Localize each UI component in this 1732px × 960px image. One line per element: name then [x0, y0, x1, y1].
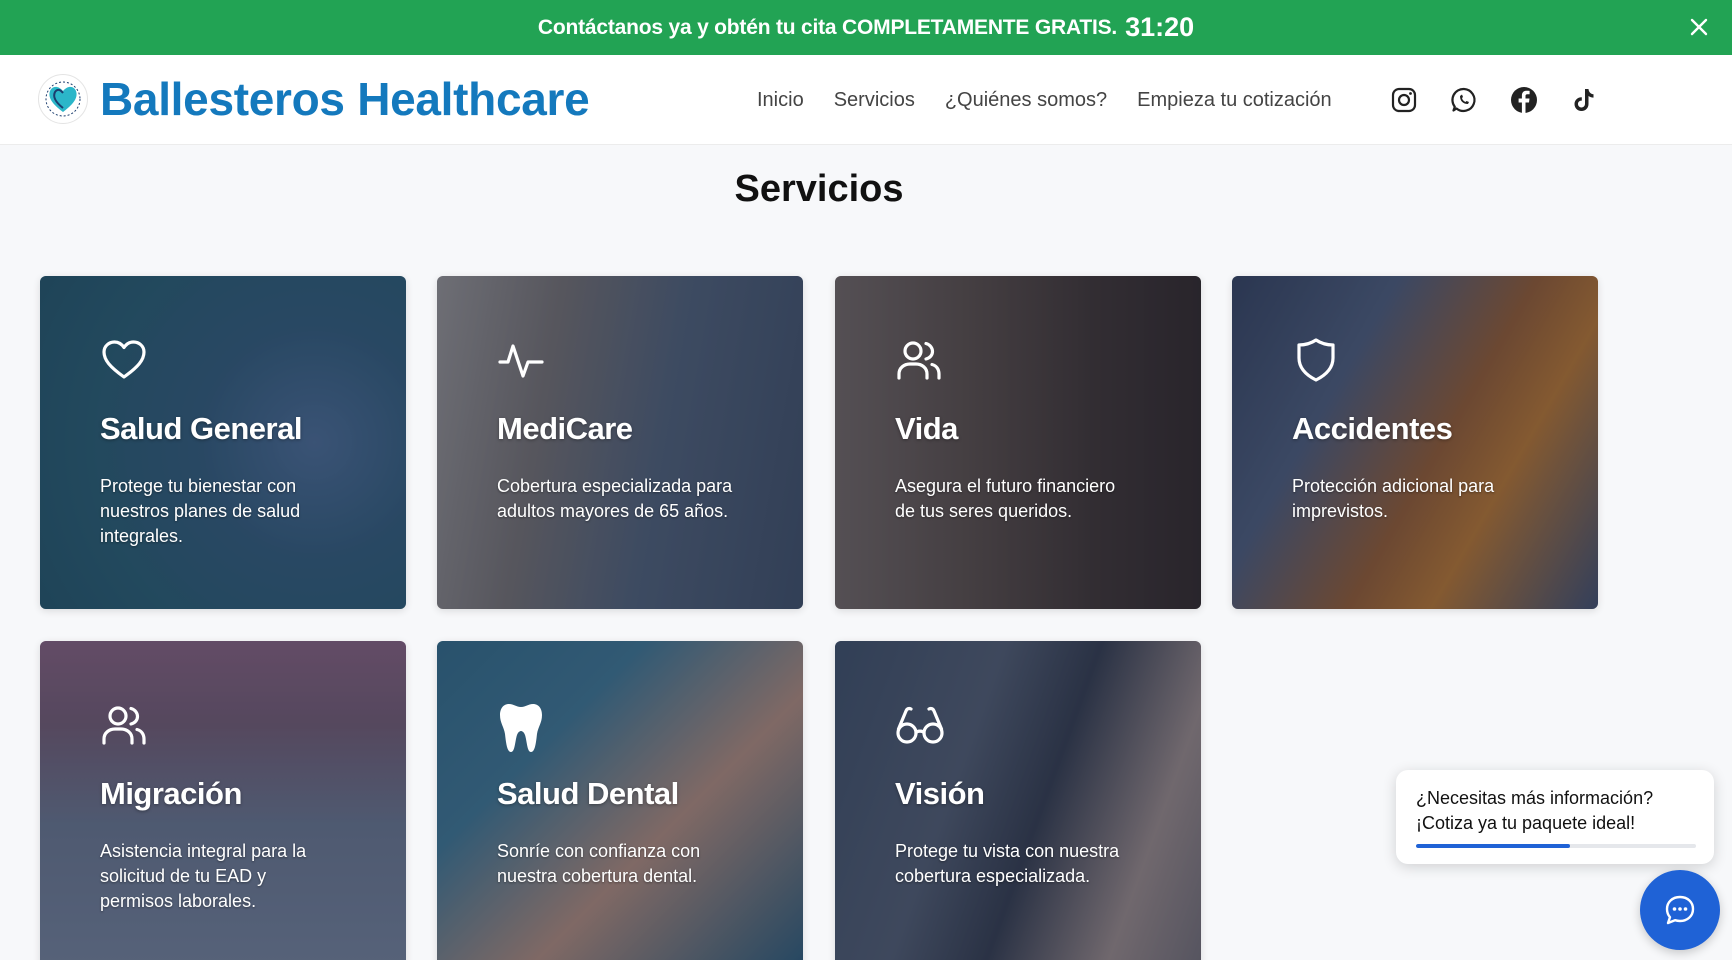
- card-description: Sonríe con confianza con nuestra cobertu…: [497, 841, 701, 886]
- card-description: Protege tu bienestar con nuestros planes…: [100, 476, 301, 546]
- instagram-icon[interactable]: [1388, 84, 1420, 116]
- nav-inicio[interactable]: Inicio: [757, 89, 804, 112]
- promo-timer: 31:20: [1125, 12, 1195, 42]
- chat-popup[interactable]: ¿Necesitas más información? ¡Cotiza ya t…: [1396, 770, 1714, 864]
- service-card-vision[interactable]: Visión Protege tu vista con nuestra cobe…: [835, 641, 1201, 960]
- close-icon[interactable]: [1686, 14, 1712, 40]
- nav-quienes-somos[interactable]: ¿Quiénes somos?: [945, 89, 1107, 112]
- facebook-icon[interactable]: [1508, 84, 1540, 116]
- brand-name: Ballesteros Healthcare: [100, 73, 590, 125]
- card-description: Asegura el futuro financiero de tus sere…: [895, 476, 1116, 521]
- service-card-salud-dental[interactable]: Salud Dental Sonríe con confianza con nu…: [437, 641, 803, 960]
- service-card-vida[interactable]: Vida Asegura el futuro financiero de tus…: [835, 276, 1201, 609]
- chat-progress-fill: [1416, 844, 1570, 848]
- tiktok-icon[interactable]: [1568, 84, 1600, 116]
- card-title: Accidentes: [1292, 411, 1453, 446]
- glasses-icon: [895, 701, 944, 749]
- nav-servicios[interactable]: Servicios: [834, 89, 915, 112]
- service-card-accidentes[interactable]: Accidentes Protección adicional para imp…: [1232, 276, 1598, 609]
- site-header: Ballesteros Healthcare Inicio Servicios …: [0, 55, 1732, 145]
- card-description: Cobertura especializada para adultos may…: [497, 476, 733, 521]
- card-overlay: [835, 641, 1201, 960]
- card-overlay: [835, 276, 1201, 609]
- section-title: Servicios: [734, 168, 904, 210]
- users-icon: [895, 336, 943, 384]
- chat-progress-bar: [1416, 844, 1696, 848]
- service-card-migracion[interactable]: Migración Asistencia integral para la so…: [40, 641, 406, 960]
- chat-popup-line-2: ¡Cotiza ya tu paquete ideal!: [1416, 813, 1636, 833]
- card-title: Salud Dental: [497, 776, 679, 811]
- service-card-salud-general[interactable]: Salud General Protege tu bienestar con n…: [40, 276, 406, 609]
- service-card-medicare[interactable]: MediCare Cobertura especializada para ad…: [437, 276, 803, 609]
- card-description: Protección adicional para imprevistos.: [1292, 476, 1495, 521]
- main-nav: Inicio Servicios ¿Quiénes somos? Empieza…: [757, 55, 1362, 145]
- heart-icon: [100, 336, 148, 384]
- social-links: [1388, 84, 1628, 116]
- promo-text: Contáctanos ya y obtén tu cita COMPLETAM…: [537, 15, 1118, 39]
- nav-cotizacion[interactable]: Empieza tu cotización: [1137, 89, 1332, 112]
- card-description: Protege tu vista con nuestra cobertura e…: [895, 841, 1120, 886]
- card-description: Asistencia integral para la solicitud de…: [100, 841, 307, 911]
- chat-popup-line-1: ¿Necesitas más información?: [1416, 788, 1654, 808]
- activity-icon: [497, 336, 545, 384]
- promo-banner: Contáctanos ya y obtén tu cita COMPLETAM…: [0, 0, 1732, 55]
- whatsapp-icon[interactable]: [1448, 84, 1480, 116]
- card-title: Migración: [100, 776, 242, 811]
- chat-button[interactable]: [1640, 870, 1720, 950]
- card-title: Salud General: [100, 411, 302, 446]
- shield-icon: [1292, 336, 1340, 384]
- logo[interactable]: Ballesteros Healthcare: [38, 73, 590, 125]
- logo-heart-icon: [38, 74, 88, 124]
- card-title: Vida: [895, 411, 958, 446]
- users-icon: [100, 701, 148, 749]
- card-title: Visión: [895, 776, 985, 811]
- card-title: MediCare: [497, 411, 633, 446]
- tooth-icon: [497, 701, 545, 752]
- chat-bubble-icon: [1663, 893, 1697, 927]
